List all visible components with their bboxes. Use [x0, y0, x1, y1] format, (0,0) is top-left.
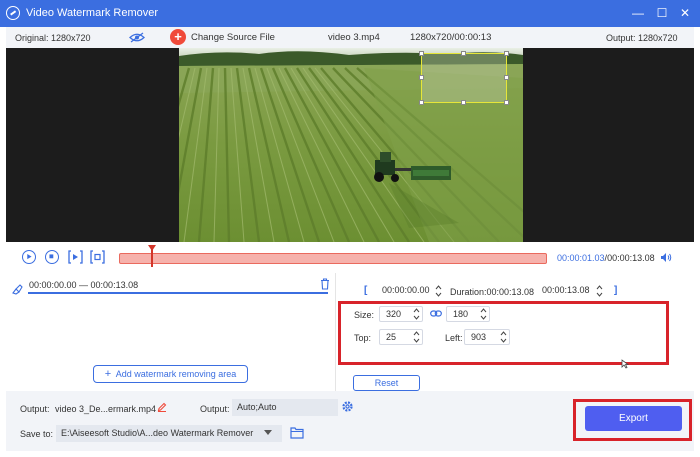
edit-icon[interactable]	[157, 402, 167, 412]
export-button[interactable]: Export	[585, 406, 682, 431]
add-watermark-area-button[interactable]: + Add watermark removing area	[93, 365, 248, 383]
resize-handle[interactable]	[419, 75, 424, 80]
area-range-bar	[28, 292, 328, 294]
trash-icon[interactable]	[320, 278, 330, 290]
volume-icon[interactable]	[660, 252, 672, 263]
resize-handle[interactable]	[504, 51, 509, 56]
resize-handle[interactable]	[504, 75, 509, 80]
minimize-button[interactable]: —	[628, 4, 648, 22]
save-path-dropdown[interactable]: E:\Aiseesoft Studio\A...deo Watermark Re…	[56, 425, 282, 442]
original-resolution: Original: 1280x720	[15, 33, 91, 43]
resize-handle[interactable]	[504, 100, 509, 105]
source-resolution-duration: 1280x720/00:00:13	[410, 32, 492, 43]
total-time: 00:00:13.08	[607, 253, 655, 263]
window-title: Video Watermark Remover	[26, 7, 159, 19]
watermark-selection-box[interactable]	[421, 53, 507, 103]
eye-icon[interactable]	[129, 32, 145, 43]
add-source-icon[interactable]: +	[170, 29, 186, 45]
output-file-label: Output:	[20, 404, 50, 414]
change-source-button[interactable]: Change Source File	[191, 32, 275, 43]
close-button[interactable]: ✕	[675, 4, 695, 22]
area-time-range[interactable]: 00:00:00.00 — 00:00:13.08	[29, 280, 138, 290]
set-start-icon[interactable]	[68, 250, 83, 264]
set-end-icon[interactable]	[90, 250, 105, 264]
start-time-field[interactable]: 00:00:00.00	[376, 283, 432, 299]
output-settings-field[interactable]: Auto;Auto	[232, 399, 338, 416]
output-file-name: video 3_De...ermark.mp4	[55, 404, 157, 414]
end-bracket-icon[interactable]: ]	[614, 285, 617, 296]
add-area-label: Add watermark removing area	[115, 369, 237, 379]
end-time-field[interactable]: 00:00:13.08	[536, 283, 592, 299]
resize-handle[interactable]	[461, 51, 466, 56]
maximize-button[interactable]: ☐	[652, 4, 672, 22]
plus-icon: +	[104, 368, 112, 380]
time-readout: 00:00:01.03/00:00:13.08	[557, 253, 655, 263]
resize-handle[interactable]	[419, 100, 424, 105]
current-time: 00:00:01.03	[557, 253, 605, 263]
mouse-cursor-icon	[621, 359, 629, 369]
output-resolution: Output: 1280x720	[606, 33, 678, 43]
save-to-label: Save to:	[20, 429, 54, 439]
folder-icon[interactable]	[290, 426, 304, 439]
app-logo-icon	[6, 6, 20, 20]
start-time-stepper[interactable]	[435, 284, 442, 298]
reset-button[interactable]: Reset	[353, 375, 420, 391]
eraser-icon	[12, 284, 23, 295]
stop-button[interactable]	[45, 250, 59, 264]
resize-handle[interactable]	[419, 51, 424, 56]
start-bracket-icon[interactable]: [	[364, 285, 367, 296]
timeline-track[interactable]	[119, 253, 547, 264]
playhead-marker[interactable]	[148, 245, 157, 251]
gear-icon[interactable]	[341, 400, 354, 413]
resize-handle[interactable]	[461, 100, 466, 105]
duration-label: Duration:00:00:13.08	[450, 287, 535, 297]
info-bar: Original: 1280x720 + Change Source File …	[6, 27, 694, 48]
highlight-box-settings	[338, 301, 669, 365]
source-file-name: video 3.mp4	[328, 32, 380, 43]
chevron-down-icon[interactable]	[264, 430, 272, 435]
end-time-stepper[interactable]	[596, 284, 603, 298]
play-button[interactable]	[22, 250, 36, 264]
stop-icon	[49, 254, 54, 259]
play-icon	[27, 254, 32, 260]
output-settings-label: Output:	[200, 404, 230, 414]
